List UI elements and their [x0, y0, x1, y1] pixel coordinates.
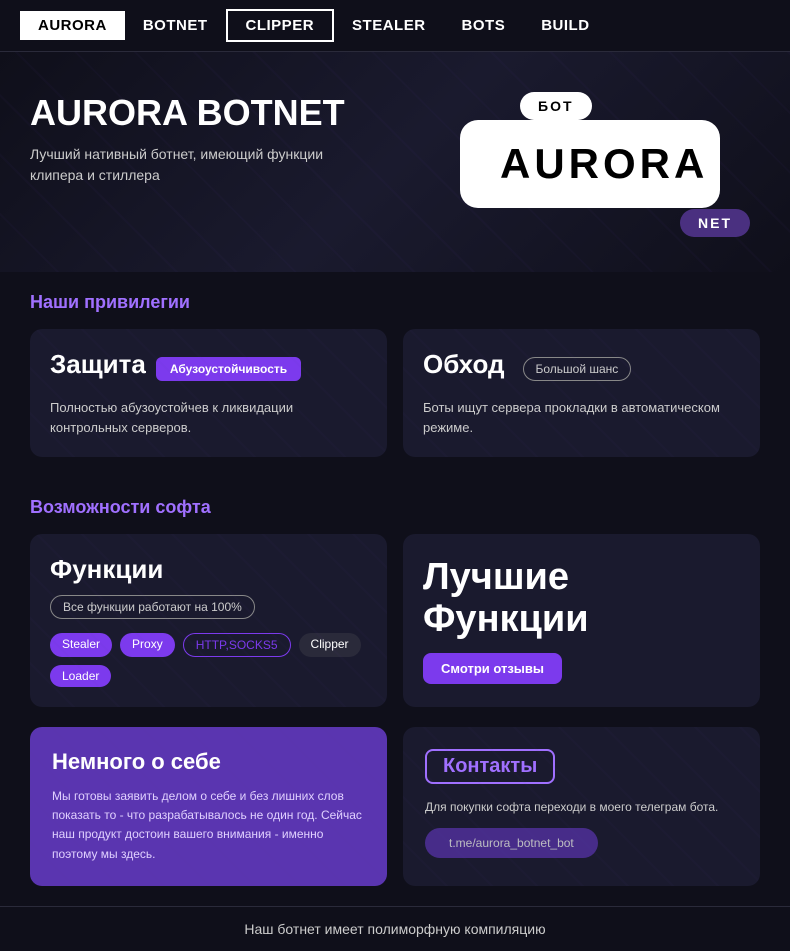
hero-title: AURORA BOTNET — [30, 92, 345, 134]
functions-card: Функции Все функции работают на 100% Ste… — [30, 534, 387, 707]
privileges-cards: Защита Абузоустойчивость Полностью абузо… — [30, 329, 760, 457]
nav-item-clipper[interactable]: CLIPPER — [226, 9, 335, 42]
protection-badge[interactable]: Абузоустойчивость — [156, 357, 301, 381]
bypass-title: Обход — [423, 349, 505, 380]
hero-subtitle: Лучший нативный ботнет, имеющий функции … — [30, 144, 330, 186]
nav-items: AURORA BOTNET CLIPPER STEALER BOTS BUILD — [20, 9, 608, 42]
protection-card-header: Защита Абузоустойчивость — [50, 349, 367, 388]
navigation: AURORA BOTNET CLIPPER STEALER BOTS BUILD — [0, 0, 790, 52]
aurora-box-text: AURORA — [500, 140, 680, 188]
nav-item-bots[interactable]: BOTS — [444, 11, 524, 40]
protection-card: Защита Абузоустойчивость Полностью абузо… — [30, 329, 387, 457]
tag-stealer[interactable]: Stealer — [50, 633, 112, 657]
footer: Наш ботнет имеет полиморфную компиляцию — [0, 906, 790, 951]
contacts-card: Контакты Для покупки софта переходи в мо… — [403, 727, 760, 886]
nav-item-aurora[interactable]: AURORA — [20, 11, 125, 40]
footer-text: Наш ботнет имеет полиморфную компиляцию — [244, 921, 545, 937]
reviews-button[interactable]: Смотри отзывы — [423, 653, 562, 684]
bottom-section: Немного о себе Мы готовы заявить делом о… — [0, 727, 790, 906]
tag-clipper[interactable]: Clipper — [299, 633, 361, 657]
hero-right: БОТ AURORA NET — [460, 92, 760, 242]
nav-item-botnet[interactable]: BOTNET — [125, 11, 226, 40]
nav-item-build[interactable]: BUILD — [523, 11, 607, 40]
telegram-button[interactable]: t.me/aurora_botnet_bot — [425, 828, 598, 858]
bypass-badge: Большой шанс — [523, 357, 632, 381]
functions-header: Функции Все функции работают на 100% — [50, 554, 367, 619]
hero-left: AURORA BOTNET Лучший нативный ботнет, им… — [30, 92, 345, 186]
about-text: Мы готовы заявить делом о себе и без лиш… — [52, 787, 365, 864]
privileges-title: Наши привилегии — [30, 292, 760, 313]
hero-section: AURORA BOTNET Лучший нативный ботнет, им… — [0, 52, 790, 272]
nav-item-stealer[interactable]: STEALER — [334, 11, 444, 40]
privileges-title-plain: Наши — [30, 292, 84, 312]
features-cards: Функции Все функции работают на 100% Ste… — [30, 534, 760, 707]
bypass-card: Обход Большой шанс Боты ищут сервера про… — [403, 329, 760, 457]
functions-all-badge: Все функции работают на 100% — [50, 595, 255, 619]
best-functions-card: Лучшие Функции Смотри отзывы — [403, 534, 760, 707]
protection-title: Защита — [50, 349, 146, 380]
features-title-accent: софта — [155, 497, 210, 517]
privileges-section: Наши привилегии Защита Абузоустойчивость… — [0, 272, 790, 477]
features-section-title: Возможности софта — [30, 497, 760, 518]
functions-tags: Stealer Proxy HTTP,SOCKS5 Clipper Loader — [50, 633, 367, 687]
contacts-text: Для покупки софта переходи в моего телег… — [425, 798, 738, 816]
about-title: Немного о себе — [52, 749, 365, 775]
bypass-text: Боты ищут сервера прокладки в автоматиче… — [423, 398, 740, 437]
bot-badge: БОТ — [520, 92, 592, 120]
tag-loader[interactable]: Loader — [50, 665, 111, 687]
contacts-title: Контакты — [425, 749, 555, 784]
about-card: Немного о себе Мы готовы заявить делом о… — [30, 727, 387, 886]
aurora-box: AURORA — [460, 120, 720, 208]
protection-text: Полностью абузоустойчев к ликвидации кон… — [50, 398, 367, 437]
bypass-card-header: Обход Большой шанс — [423, 349, 740, 388]
tag-http-socks5[interactable]: HTTP,SOCKS5 — [183, 633, 291, 657]
net-badge: NET — [680, 209, 750, 237]
features-title-plain: Возможности — [30, 497, 155, 517]
best-functions-title: Лучшие Функции — [423, 557, 740, 641]
privileges-title-accent: привилегии — [84, 292, 190, 312]
features-section: Возможности софта Функции Все функции ра… — [0, 477, 790, 727]
tag-proxy[interactable]: Proxy — [120, 633, 175, 657]
functions-title: Функции — [50, 554, 163, 585]
